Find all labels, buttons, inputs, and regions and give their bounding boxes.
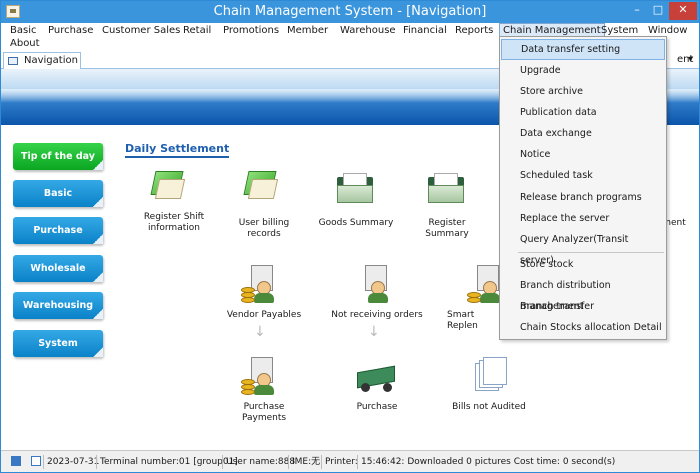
menu-financial[interactable]: Financial	[400, 24, 450, 37]
goods-summary-folder-icon[interactable]	[335, 171, 375, 205]
purchase-label[interactable]: Purchase	[345, 402, 409, 413]
not-receiving-orders-label[interactable]: Not receiving orders	[331, 310, 423, 321]
menu-purchase[interactable]: Purchase	[45, 24, 96, 37]
register-shift-icon[interactable]	[147, 167, 187, 203]
goods-summary-label[interactable]: Goods Summary	[317, 218, 395, 229]
menu-item-upgrade[interactable]: Upgrade	[501, 60, 665, 81]
menu-about[interactable]: About	[7, 37, 43, 50]
sidebar: Tip of the day Basic Purchase Wholesale …	[1, 125, 113, 450]
sidebar-item-tip-of-the-day[interactable]: Tip of the day	[13, 143, 103, 170]
menu-warehouse[interactable]: Warehouse	[337, 24, 399, 37]
app-window: Chain Management System - [Navigation] –…	[0, 0, 700, 473]
menu-item-publication-data[interactable]: Publication data	[501, 102, 665, 123]
flow-arrow-icon: ↓	[254, 324, 266, 340]
chevron-down-icon[interactable]: ▾	[688, 54, 693, 65]
vendor-payables-icon[interactable]	[239, 263, 279, 305]
menu-item-replace-the-server[interactable]: Replace the server	[501, 208, 665, 229]
chain-management-dropdown: Data transfer setting Upgrade Store arch…	[499, 36, 667, 340]
status-message: 15:46:42: Downloaded 0 pictures Cost tim…	[357, 455, 615, 469]
section-title: Daily Settlement	[125, 142, 230, 158]
minimize-button[interactable]: –	[627, 2, 647, 20]
user-billing-icon[interactable]	[240, 167, 280, 203]
menu-reports[interactable]: Reports	[452, 24, 496, 37]
menu-basic[interactable]: Basic	[7, 24, 39, 37]
purchase-truck-icon[interactable]	[353, 361, 399, 393]
status-window-icon[interactable]	[11, 456, 21, 466]
sidebar-item-warehousing[interactable]: Warehousing	[13, 292, 103, 319]
menu-item-data-exchange[interactable]: Data exchange	[501, 123, 665, 144]
status-ime: IME:无	[288, 455, 320, 469]
menu-promotions[interactable]: Promotions	[220, 24, 282, 37]
sidebar-item-system[interactable]: System	[13, 330, 103, 357]
status-user: User name:888	[222, 455, 295, 469]
window-title: Chain Management System - [Navigation]	[213, 4, 487, 19]
smart-replenishment-label[interactable]: Smart Replen	[447, 310, 499, 332]
flow-arrow-icon: ↓	[368, 324, 380, 340]
bills-not-audited-label[interactable]: Bills not Audited	[449, 402, 529, 413]
not-receiving-orders-icon[interactable]	[353, 263, 393, 305]
menu-item-branch-distribution-management[interactable]: Branch distribution management	[501, 275, 665, 312]
menu-member[interactable]: Member	[284, 24, 331, 37]
menu-item-branch-transfer[interactable]: Branch transfer	[501, 296, 665, 317]
menu-item-data-transfer-setting[interactable]: Data transfer setting	[501, 39, 665, 60]
vendor-payables-label[interactable]: Vendor Payables	[223, 310, 305, 321]
register-summary-folder-icon[interactable]	[426, 171, 466, 205]
window-icon	[8, 57, 18, 65]
menu-item-chain-stocks-allocation-detail[interactable]: Chain Stocks allocation Detail	[501, 317, 665, 338]
menu-retail[interactable]: Retail	[180, 24, 214, 37]
purchase-payments-label[interactable]: Purchase Payments	[221, 402, 307, 424]
status-date: 2023-07-31	[43, 455, 99, 469]
menu-item-scheduled-task[interactable]: Scheduled task	[501, 165, 665, 186]
menu-item-notice[interactable]: Notice	[501, 144, 665, 165]
sidebar-item-basic[interactable]: Basic	[13, 180, 103, 207]
menu-chain-management[interactable]: Chain Management	[499, 23, 605, 37]
status-printer: Printer:	[321, 455, 358, 469]
menu-separator	[518, 252, 664, 253]
sidebar-item-purchase[interactable]: Purchase	[13, 217, 103, 244]
sidebar-item-wholesale[interactable]: Wholesale	[13, 255, 103, 282]
tab-navigation[interactable]: Navigation	[3, 52, 81, 69]
user-billing-label[interactable]: User billing records	[223, 218, 305, 240]
register-summary-label[interactable]: Register Summary	[407, 218, 487, 240]
bills-not-audited-icon[interactable]	[471, 357, 511, 393]
menu-item-store-stock[interactable]: Store stock	[501, 254, 665, 275]
register-shift-label[interactable]: Register Shift information	[125, 212, 223, 234]
status-bar: 2023-07-31 Terminal number:01 [group01] …	[1, 450, 699, 472]
title-bar[interactable]: Chain Management System - [Navigation] –…	[1, 1, 699, 23]
menu-customer-sales[interactable]: Customer Sales	[99, 24, 183, 37]
tab-navigation-label: Navigation	[24, 55, 78, 66]
menu-item-query-analyzer[interactable]: Query Analyzer(Transit server)	[501, 229, 665, 266]
menu-item-store-archive[interactable]: Store archive	[501, 81, 665, 102]
purchase-payments-icon[interactable]	[239, 355, 279, 397]
close-button[interactable]: ✕	[669, 2, 697, 20]
menu-item-release-branch-programs[interactable]: Release branch programs	[501, 187, 665, 208]
status-panel-icon[interactable]	[31, 456, 41, 466]
status-terminal: Terminal number:01 [group01]	[96, 455, 238, 469]
maximize-button[interactable]: □	[648, 2, 668, 20]
